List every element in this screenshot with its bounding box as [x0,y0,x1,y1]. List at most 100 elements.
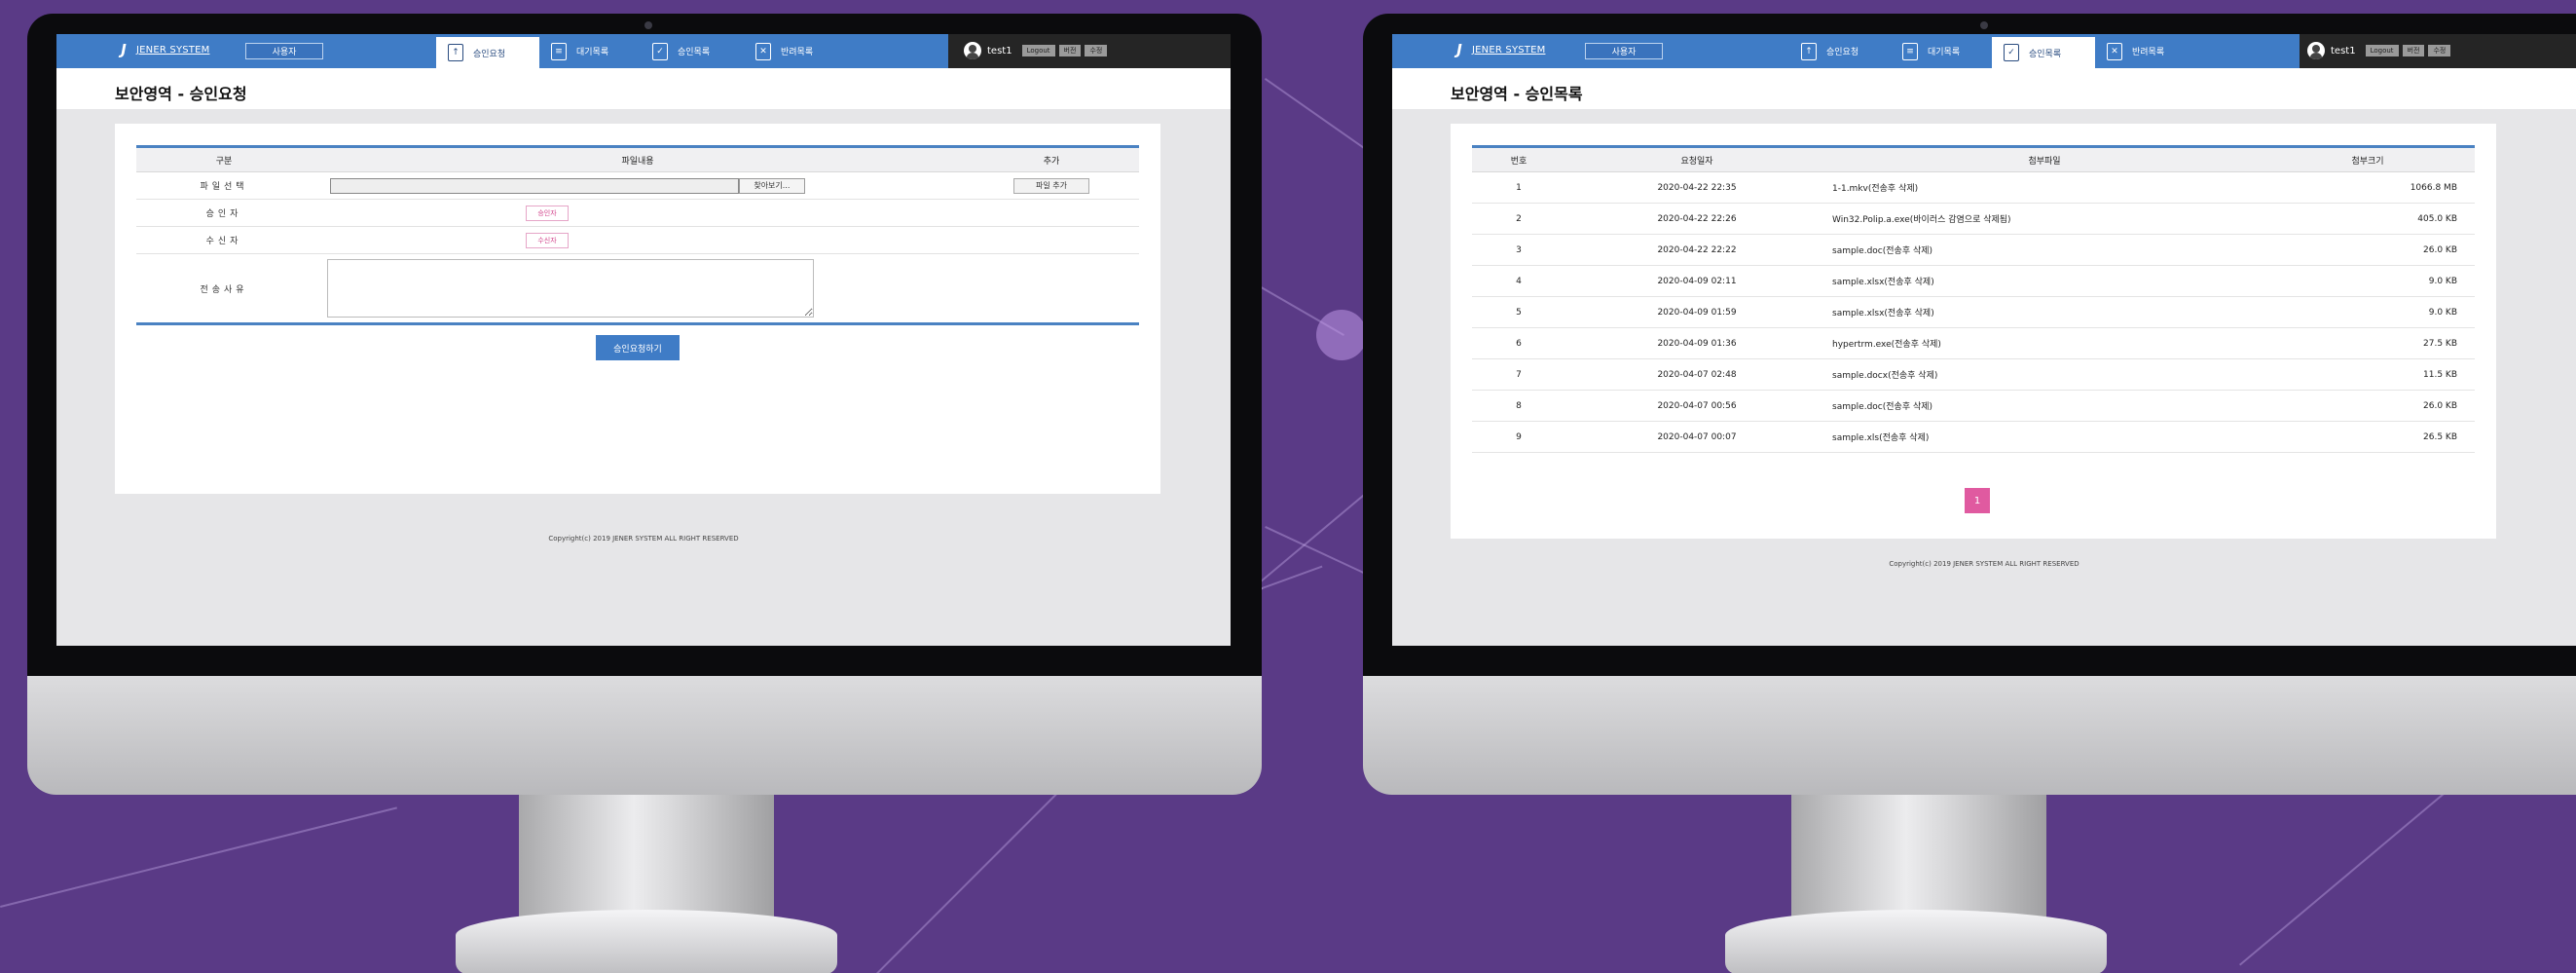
tab-approval-request[interactable]: ↑ 승인요청 [1789,34,1891,68]
approver-button[interactable]: 승인자 [526,205,569,221]
file-path-field[interactable] [329,177,739,194]
cell-size: 26.0 KB [2261,234,2475,266]
edit-button[interactable]: 수정 [1085,45,1108,56]
logout-button[interactable]: Logout [1021,45,1055,56]
tab-pending-list[interactable]: ≡ 대기목록 [539,34,641,68]
avatar-icon [964,42,981,59]
cell-size: 26.5 KB [2261,421,2475,453]
cell-date: 2020-04-09 01:36 [1565,327,1828,359]
cell-size: 9.0 KB [2261,265,2475,297]
submit-request-button[interactable]: 승인요청하기 [596,335,680,360]
user-name: test1 [987,45,1012,56]
label-recipient: 수신자 [136,226,312,254]
table-row[interactable]: 8 2020-04-07 00:56 sample.doc(전송후 삭제) 26.0 … [1472,390,2475,422]
cell-attachment: Win32.Polip.a.exe(바이러스 감염으로 삭제됨) [1828,203,2261,235]
copyright: Copyright(c) 2019 JENER SYSTEM ALL RIGHT… [1889,560,2079,568]
tab-label: 승인목록 [678,48,711,57]
recipient-button[interactable]: 수신자 [526,232,569,248]
monitor-chin [27,676,1262,795]
tab-approved-list[interactable]: ✓ 승인목록 [641,34,744,68]
cell-size: 11.5 KB [2261,358,2475,391]
reason-textarea[interactable] [327,259,814,318]
cell-size: 405.0 KB [2261,203,2475,235]
tab-label: 승인요청 [473,49,506,59]
cell-size: 9.0 KB [2261,296,2475,328]
tab-pending-list[interactable]: ≡ 대기목록 [1891,34,1992,68]
cell-date: 2020-04-07 02:48 [1565,358,1828,391]
table-row[interactable]: 6 2020-04-09 01:36 hypertrm.exe(전송후 삭제) 27.… [1472,327,2475,359]
cell-number: 1 [1472,171,1565,204]
top-nav: J JENER SYSTEM 사용자 ↑ 승인요청 ≡ 대기목록 ✓ 승인목록 … [56,34,1231,68]
monitor-stand [1791,795,2046,921]
role-button[interactable]: 사용자 [1585,43,1663,59]
tab-label: 대기목록 [1928,48,1961,57]
table-row[interactable]: 3 2020-04-22 22:22 sample.doc(전송후 삭제) 26.0 … [1472,234,2475,266]
cell-size: 1066.8 MB [2261,171,2475,204]
cell-number: 5 [1472,296,1565,328]
cell-attachment: sample.doc(전송후 삭제) [1828,234,2261,266]
reason-cell [312,253,964,324]
tab-rejected-list[interactable]: ✕ 반려목록 [2095,34,2200,68]
approver-cell: 승인자 [312,199,964,227]
table-row[interactable]: 2 2020-04-22 22:26 Win32.Polip.a.exe(바이러스 … [1472,203,2475,235]
table-row[interactable]: 5 2020-04-09 01:59 sample.xlsx(전송후 삭제) 9.0 … [1472,296,2475,328]
edit-button[interactable]: 수정 [2428,45,2451,56]
role-button[interactable]: 사용자 [245,43,323,59]
approved-list-table: 번호 요청일자 첨부파일 첨부크기 1 2020-04-22 22:35 1-1.m… [1472,145,2475,453]
tab-label: 반려목록 [2132,48,2165,57]
table-row[interactable]: 4 2020-04-09 02:11 sample.xlsx(전송후 삭제) 9.0 … [1472,265,2475,297]
cell-date: 2020-04-07 00:07 [1565,421,1828,453]
column-header-number: 번호 [1472,146,1565,172]
cell-number: 3 [1472,234,1565,266]
monitor-left: J JENER SYSTEM 사용자 ↑ 승인요청 ≡ 대기목록 ✓ 승인목록 … [27,14,1262,973]
logout-button[interactable]: Logout [2365,45,2399,56]
approved-list-card: 번호 요청일자 첨부파일 첨부크기 1 2020-04-22 22:35 1-1.m… [1451,124,2496,539]
cell-number: 7 [1472,358,1565,391]
table-row[interactable]: 1 2020-04-22 22:35 1-1.mkv(전송후 삭제) 1066.8 M… [1472,171,2475,204]
label-file-select: 파일선택 [136,171,312,200]
empty-cell [964,199,1139,227]
logo[interactable]: J JENER SYSTEM [115,40,209,59]
page-title: 보안영역 - 승인요청 [115,85,247,103]
logo-icon: J [1456,41,1462,58]
empty-cell [964,226,1139,254]
pagination-page-1[interactable]: 1 [1965,488,1990,513]
table-row[interactable]: 9 2020-04-07 00:07 sample.xls(전송후 삭제) 26.5 … [1472,421,2475,453]
approved-list-icon: ✓ [2004,44,2019,61]
monitor-right: J JENER SYSTEM 사용자 ↑ 승인요청 ≡ 대기목록 ✓ 승인목록 … [1363,14,2576,973]
file-select-cell: 찾아보기... [312,171,964,200]
logo[interactable]: J JENER SYSTEM [1451,40,1545,59]
title-bar: 보안영역 - 승인요청 [56,68,1231,109]
request-form-card: 구분 파일내용 추가 파일선택 찾아보기... 파일 추가 승인자 승인자 수신… [115,124,1160,494]
browse-button[interactable]: 찾아보기... [738,177,805,194]
user-name: test1 [2331,45,2356,56]
version-button[interactable]: 버전 [2402,45,2425,56]
cell-size: 26.0 KB [2261,390,2475,422]
approval-request-icon: ↑ [1801,42,1817,60]
column-header-date: 요청일자 [1565,146,1828,172]
header-content: 파일내용 [312,146,964,172]
approval-request-icon: ↑ [448,44,463,61]
tab-rejected-list[interactable]: ✕ 반려목록 [744,34,849,68]
title-bar: 보안영역 - 승인목록 [1392,68,2576,109]
header-category: 구분 [136,146,312,172]
cell-attachment: sample.doc(전송후 삭제) [1828,390,2261,422]
page-title: 보안영역 - 승인목록 [1451,85,1583,103]
screen-approved-list: J JENER SYSTEM 사용자 ↑ 승인요청 ≡ 대기목록 ✓ 승인목록 … [1392,34,2576,646]
tab-approved-list[interactable]: ✓ 승인목록 [1992,34,2095,68]
version-button[interactable]: 버전 [1058,45,1082,56]
rejected-list-icon: ✕ [755,42,771,60]
tab-approval-request[interactable]: ↑ 승인요청 [436,34,539,68]
column-header-size: 첨부크기 [2261,146,2475,172]
add-file-button[interactable]: 파일 추가 [1013,177,1089,194]
approved-list-icon: ✓ [652,42,668,60]
user-info: test1 Logout 버전 수정 [964,42,1108,59]
table-row[interactable]: 7 2020-04-07 02:48 sample.docx(전송후 삭제) 11.5… [1472,358,2475,391]
rejected-list-icon: ✕ [2107,42,2122,60]
monitor-foot [456,910,837,973]
add-cell: 파일 추가 [964,171,1139,200]
pending-list-icon: ≡ [551,42,567,60]
cell-attachment: 1-1.mkv(전송후 삭제) [1828,171,2261,204]
approved-list-body: 1 2020-04-22 22:35 1-1.mkv(전송후 삭제) 1066.8 M… [1472,171,2475,453]
cell-attachment: sample.xlsx(전송후 삭제) [1828,265,2261,297]
